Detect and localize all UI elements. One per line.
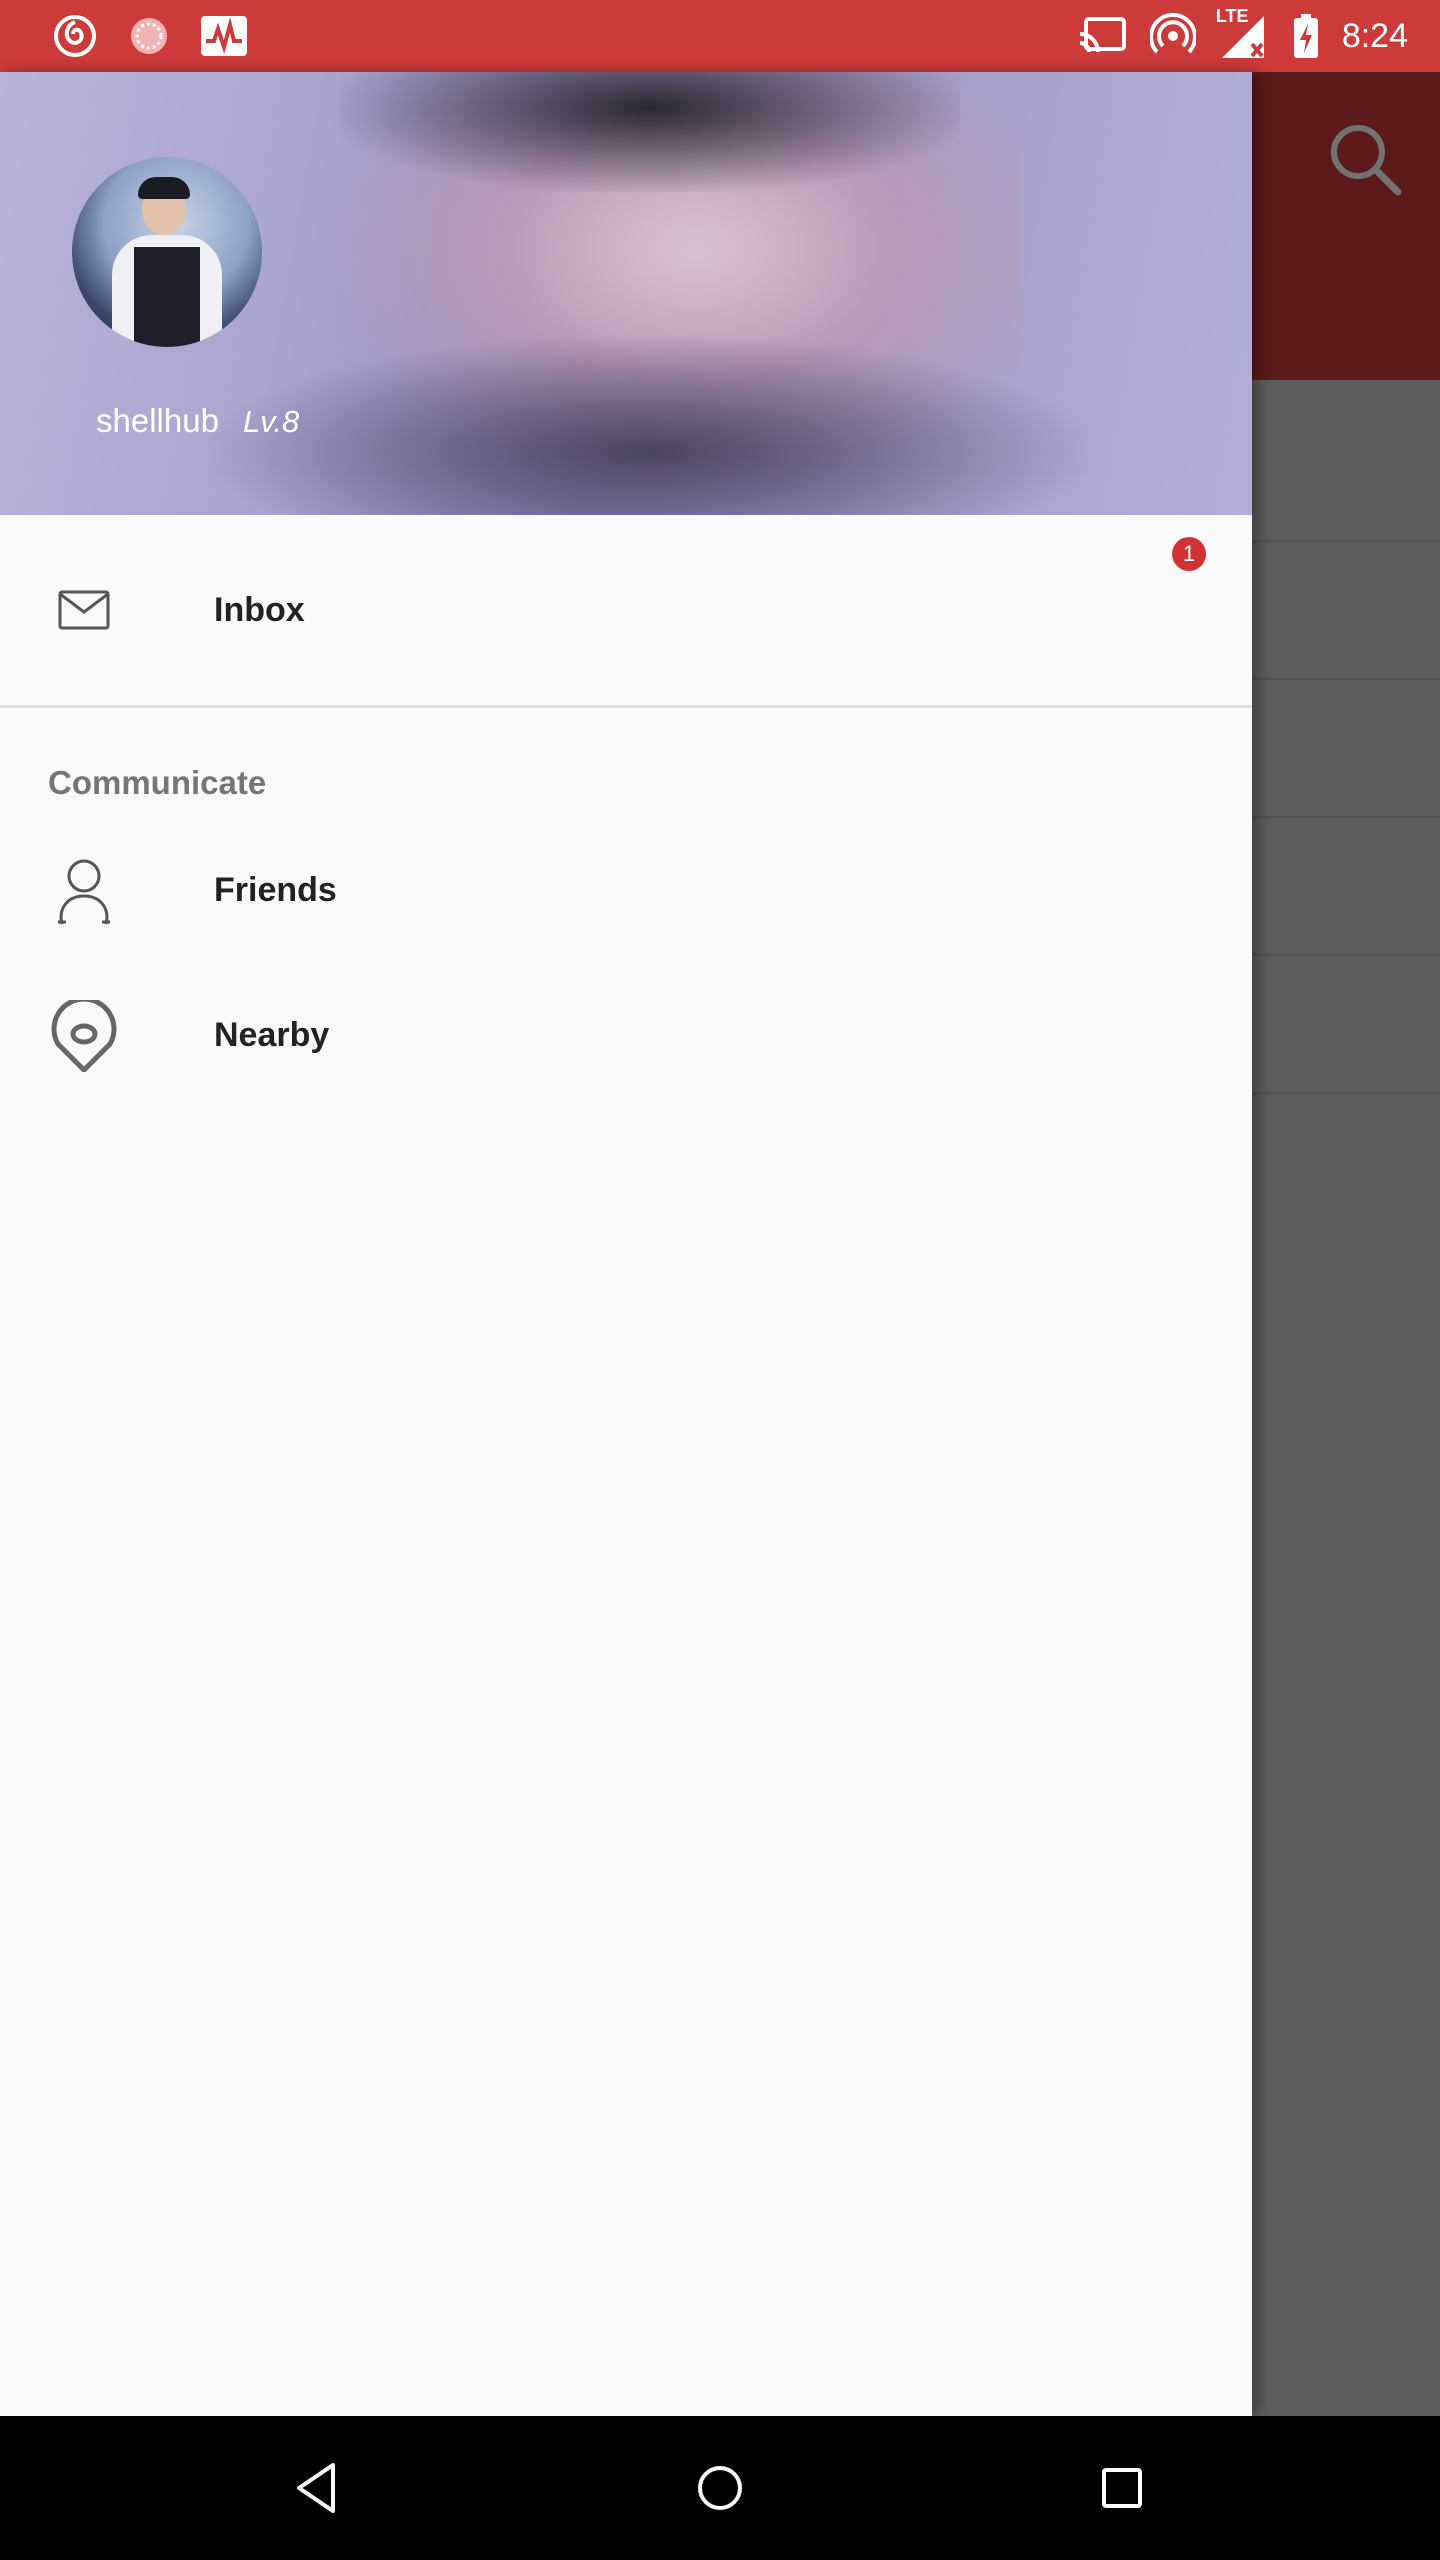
menu-item-friends[interactable]: Friends: [0, 818, 1252, 963]
person-icon: [44, 851, 124, 931]
hotspot-icon: [1149, 13, 1196, 59]
avatar-detail: [134, 247, 200, 347]
status-bar: LTE 8:24: [0, 0, 1440, 72]
recents-icon[interactable]: [1082, 2448, 1162, 2528]
status-time: 8:24: [1341, 16, 1408, 55]
username: shellhub: [96, 402, 219, 439]
user-level: Lv.8: [242, 404, 300, 439]
avatar[interactable]: [72, 157, 262, 347]
netease-music-icon: [52, 13, 98, 59]
mail-icon: [44, 570, 124, 650]
menu-item-label: Nearby: [214, 1016, 330, 1054]
cast-icon: [1078, 16, 1128, 56]
section-header: Communicate: [48, 764, 267, 801]
user-info[interactable]: shellhub Lv.8: [96, 402, 299, 440]
activity-monitor-icon: [200, 15, 248, 57]
menu-item-label: Friends: [214, 871, 337, 909]
back-icon[interactable]: [276, 2448, 356, 2528]
system-navigation-bar: [0, 2416, 1440, 2560]
avatar-detail: [138, 177, 190, 199]
header-image-detail: [340, 72, 960, 192]
network-type-label: LTE: [1215, 6, 1249, 26]
battery-charging-icon: [1292, 13, 1320, 59]
navigation-drawer: shellhub Lv.8 Inbox 1 Communicate Friend…: [0, 72, 1252, 2416]
menu-item-inbox[interactable]: Inbox 1: [0, 515, 1252, 705]
location-pin-icon: [44, 996, 124, 1076]
loading-circle-icon: [126, 13, 172, 59]
drawer-header: shellhub Lv.8: [0, 72, 1252, 515]
menu-item-label: Inbox: [214, 590, 305, 629]
header-image-detail: [200, 332, 1100, 515]
signal-icon: LTE: [1216, 6, 1270, 60]
menu-item-nearby[interactable]: Nearby: [0, 963, 1252, 1108]
home-icon[interactable]: [680, 2448, 760, 2528]
unread-badge: 1: [1172, 537, 1206, 571]
